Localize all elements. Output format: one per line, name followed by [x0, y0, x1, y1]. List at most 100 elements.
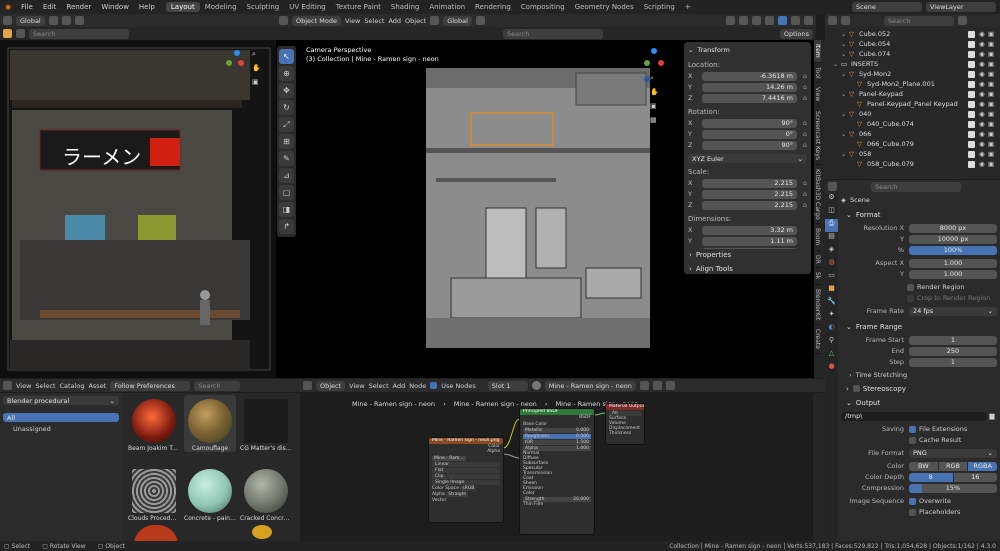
dimensions-y-field[interactable]: 1.11 m: [702, 236, 797, 246]
tab-blenderkit[interactable]: BlenderKit: [814, 285, 821, 325]
outliner-row[interactable]: ⌄ ▽ 040 ◉ ▣: [825, 109, 1000, 119]
visibility-eye-icon[interactable]: ◉: [979, 80, 988, 88]
scale-x-field[interactable]: 2.215: [702, 178, 797, 188]
editor-type-icon[interactable]: [279, 16, 288, 25]
tab-kitbash[interactable]: KitBash3D Cargo: [814, 165, 821, 225]
render-camera-icon[interactable]: ▣: [988, 100, 997, 108]
particles-tab-icon[interactable]: ✦: [825, 310, 838, 323]
outliner-row[interactable]: ▽ 040_Cube.074 ◉ ▣: [825, 119, 1000, 129]
slot-dropdown[interactable]: Slot 1: [487, 380, 528, 391]
expand-icon[interactable]: ⌄: [841, 150, 849, 158]
asset-item[interactable]: Cracked Concret...: [240, 465, 292, 522]
outliner-row[interactable]: ⌄ ▽ Syd-Mon2 ◉ ▣: [825, 69, 1000, 79]
constraints-tab-icon[interactable]: ⚲: [825, 336, 838, 349]
transform-tool-icon[interactable]: ⊞: [279, 134, 294, 149]
filter-icon[interactable]: [958, 16, 967, 25]
file-extensions-checkbox[interactable]: [909, 425, 916, 433]
tab-shading[interactable]: Shading: [386, 2, 424, 12]
node-input-thickness[interactable]: Thickness: [606, 431, 644, 436]
add-workspace-button[interactable]: +: [680, 2, 696, 12]
visibility-eye-icon[interactable]: ◉: [979, 40, 988, 48]
expand-icon[interactable]: ⌄: [841, 50, 849, 58]
tab-tool[interactable]: Tool: [814, 63, 821, 84]
location-z-field[interactable]: 7.4416 m: [702, 93, 797, 103]
node-select-menu[interactable]: Select: [369, 382, 389, 390]
exclude-checkbox[interactable]: [968, 130, 975, 138]
outliner-search-input[interactable]: Search: [884, 15, 954, 26]
editor-type-icon[interactable]: [303, 381, 312, 390]
node-dropdown[interactable]: Single Image: [432, 480, 500, 485]
menu-render[interactable]: Render: [61, 3, 96, 11]
outliner-row[interactable]: ▽ 066_Cube.079 ◉ ▣: [825, 139, 1000, 149]
render-camera-icon[interactable]: ▣: [988, 80, 997, 88]
add-cube-tool-icon[interactable]: ▢: [279, 185, 294, 200]
node-output-alpha[interactable]: Alpha: [429, 449, 503, 454]
node-dropdown[interactable]: Straight: [446, 492, 469, 497]
camera-view-icon[interactable]: ▣: [650, 102, 662, 116]
exclude-checkbox[interactable]: [968, 160, 975, 168]
collection-tab-icon[interactable]: ▭: [825, 271, 838, 284]
view-menu[interactable]: View: [345, 17, 360, 25]
orientation-icon[interactable]: [430, 16, 440, 25]
add-object-tool-icon[interactable]: ◨: [279, 202, 294, 217]
duplicate-material-icon[interactable]: [639, 381, 649, 390]
visibility-icon[interactable]: [726, 16, 735, 25]
expand-icon[interactable]: ⌄: [841, 30, 849, 38]
render-camera-icon[interactable]: ▣: [988, 30, 997, 38]
resolution-percent-field[interactable]: 100%: [909, 245, 997, 255]
world-tab-icon[interactable]: ◍: [825, 258, 838, 271]
mode-icon[interactable]: [16, 29, 25, 38]
left-gizmo[interactable]: [226, 50, 246, 70]
exclude-checkbox[interactable]: [968, 120, 975, 128]
tab-dr[interactable]: DR: [814, 251, 821, 269]
render-camera-icon[interactable]: ▣: [988, 130, 997, 138]
color-rgba-button[interactable]: RGBA: [968, 461, 998, 471]
left-render-viewport[interactable]: ラーメン: [0, 40, 276, 378]
visibility-eye-icon[interactable]: ◉: [979, 130, 988, 138]
rotation-mode-dropdown[interactable]: XYZ Euler ⌄: [688, 154, 807, 163]
tab-layout[interactable]: Layout: [165, 2, 200, 12]
render-camera-icon[interactable]: ▣: [988, 70, 997, 78]
measure-tool-icon[interactable]: ⊿: [279, 168, 294, 183]
tab-sculpting[interactable]: Sculpting: [242, 2, 285, 12]
asset-item[interactable]: Concrete - paint...: [184, 465, 236, 522]
rotation-z-field[interactable]: 90°: [702, 140, 797, 150]
snap-icon[interactable]: [475, 16, 485, 25]
rotation-y-field[interactable]: 0°: [702, 129, 797, 139]
tab-screencast-keys[interactable]: Screencast Keys: [814, 107, 821, 165]
exclude-checkbox[interactable]: [968, 30, 975, 38]
tab-create[interactable]: Create: [814, 325, 821, 354]
aspect-x-field[interactable]: 1.000: [909, 258, 997, 268]
tab-geometry-nodes[interactable]: Geometry Nodes: [570, 2, 639, 12]
exclude-checkbox[interactable]: [968, 150, 975, 158]
add-menu[interactable]: Add: [388, 17, 401, 25]
render-camera-icon[interactable]: ▣: [988, 50, 997, 58]
tab-animation[interactable]: Animation: [424, 2, 470, 12]
xray-icon[interactable]: [765, 16, 774, 25]
visibility-eye-icon[interactable]: ◉: [979, 30, 988, 38]
render-region-checkbox[interactable]: [907, 283, 914, 291]
properties-search-input[interactable]: Search: [871, 181, 961, 192]
menu-file[interactable]: File: [16, 3, 38, 11]
scale-z-field[interactable]: 2.215: [702, 200, 797, 210]
outliner-row[interactable]: ⌄ ▽ Cube.074 ◉ ▣: [825, 49, 1000, 59]
node-input[interactable]: Metallic: [525, 428, 542, 433]
exclude-checkbox[interactable]: [968, 80, 975, 88]
main-orientation-dropdown[interactable]: Global: [443, 15, 472, 26]
node-input[interactable]: Base Color: [520, 422, 594, 427]
time-stretching-subpanel[interactable]: › Time Stretching: [841, 370, 997, 380]
output-tab-icon[interactable]: ⎙: [825, 219, 838, 232]
folder-icon[interactable]: ▆: [987, 412, 997, 420]
visibility-eye-icon[interactable]: ◉: [979, 110, 988, 118]
tab-boom[interactable]: Boom: [814, 224, 821, 251]
view-layer-tab-icon[interactable]: ▤: [825, 232, 838, 245]
shading-solid-icon[interactable]: [778, 16, 787, 25]
cursor-tool-icon[interactable]: ⊕: [279, 66, 294, 81]
location-y-field[interactable]: 14.26 m: [702, 82, 797, 92]
render-camera-icon[interactable]: ▣: [988, 150, 997, 158]
frame-step-field[interactable]: 1: [909, 357, 997, 367]
asset-item[interactable]: CG Matter's disp...: [240, 395, 292, 452]
left-search-input[interactable]: Search: [29, 28, 129, 39]
tab-modeling[interactable]: Modeling: [200, 2, 242, 12]
camera-view-icon[interactable]: ▣: [252, 78, 264, 92]
